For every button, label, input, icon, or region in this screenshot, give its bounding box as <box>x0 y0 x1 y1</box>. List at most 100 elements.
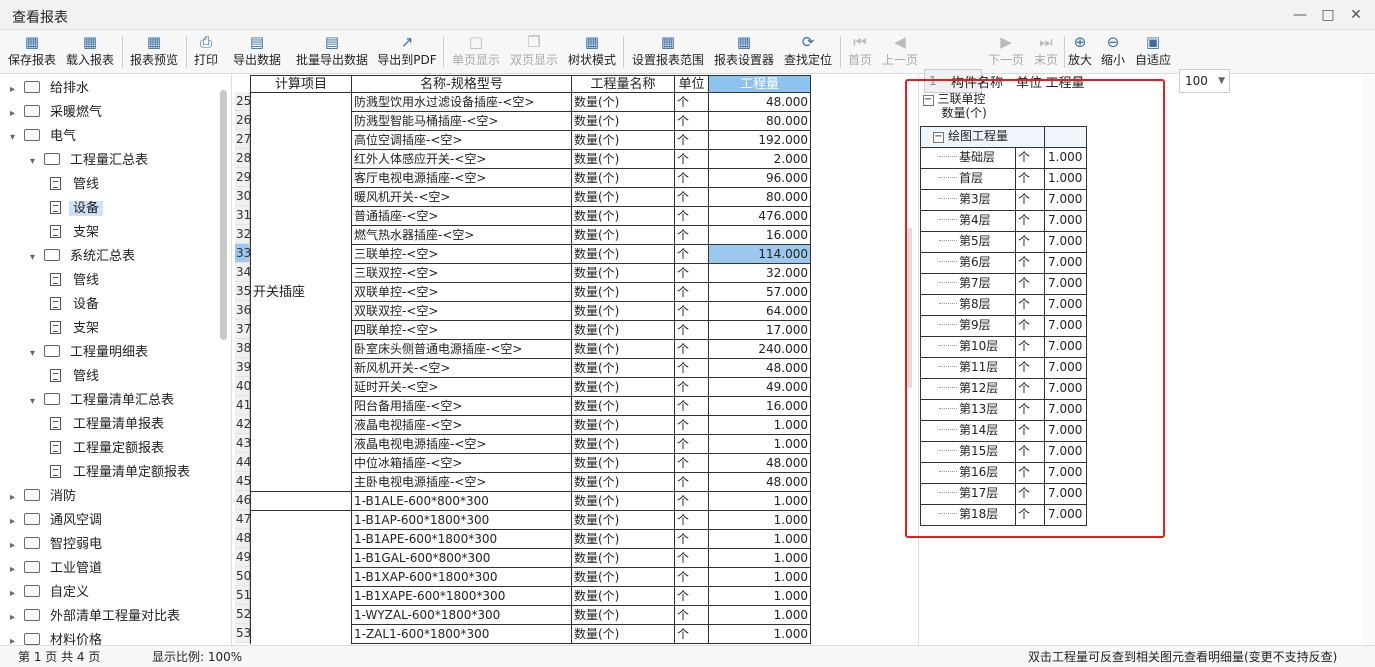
floor-row[interactable]: 第15层 个 7.000 <box>920 440 1088 463</box>
chevron-right-icon[interactable]: ▸ <box>10 559 24 581</box>
tree-node[interactable]: 支架 <box>50 318 103 340</box>
table-row[interactable]: 1-B1APE-600*1800*300 数量(个) 个 1.000 <box>250 529 811 549</box>
quantity-cell[interactable]: 96.000 <box>708 168 811 188</box>
floor-row[interactable]: 第17层 个 7.000 <box>920 482 1088 505</box>
floor-row[interactable]: 基础层 个 1.000 <box>920 146 1088 169</box>
quantity-cell[interactable]: 1.000 <box>708 510 811 530</box>
zoom-select[interactable]: 100 ▼ <box>1179 69 1230 93</box>
collapse-icon[interactable]: − <box>933 132 944 143</box>
row-number[interactable]: 31 <box>235 206 251 225</box>
row-number[interactable]: 35 <box>235 282 251 301</box>
row-number[interactable]: 48 <box>235 529 251 548</box>
quantity-cell[interactable]: 1.000 <box>708 624 811 644</box>
tree-node[interactable]: ▾ 工程量清单汇总表 <box>30 390 178 412</box>
report-designer-button[interactable]: ▦ 报表设置器 <box>712 32 776 72</box>
floor-qty-cell[interactable]: 7.000 <box>1043 461 1088 484</box>
floor-row[interactable]: 第3层 个 7.000 <box>920 188 1088 211</box>
row-number[interactable]: 27 <box>235 130 251 149</box>
batch-export-button[interactable]: ▤ 批量导出数据 <box>293 32 371 72</box>
floor-row[interactable]: 第4层 个 7.000 <box>920 209 1088 232</box>
floor-qty-cell[interactable]: 7.000 <box>1043 356 1088 379</box>
tree-node[interactable]: ▾ 工程量汇总表 <box>30 150 152 172</box>
tree-node[interactable]: 支架 <box>50 222 103 244</box>
tree-mode-button[interactable]: ▦ 树状模式 <box>566 32 618 72</box>
two-page-button[interactable]: ❐ 双页显示 <box>508 32 560 72</box>
floor-row[interactable]: 第12层 个 7.000 <box>920 377 1088 400</box>
zoom-out-button[interactable]: ⊖ 缩小 <box>1099 32 1127 72</box>
preview-report-button[interactable]: ▦ 报表预览 <box>127 32 181 72</box>
quantity-cell[interactable]: 1.000 <box>708 491 811 511</box>
tree-node[interactable]: ▾ 电气 <box>10 126 80 148</box>
tree-node[interactable]: ▸ 工业管道 <box>10 558 106 580</box>
row-number[interactable]: 53 <box>235 624 251 643</box>
quantity-cell[interactable]: 1.000 <box>708 434 811 454</box>
floor-qty-cell[interactable]: 7.000 <box>1043 272 1088 295</box>
floor-row[interactable]: 第18层 个 7.000 <box>920 503 1088 526</box>
row-number[interactable]: 50 <box>235 567 251 586</box>
quantity-cell[interactable]: 57.000 <box>708 282 811 302</box>
row-number[interactable]: 52 <box>235 605 251 624</box>
floor-row[interactable]: 首层 个 1.000 <box>920 167 1088 190</box>
chevron-right-icon[interactable]: ▸ <box>10 631 24 645</box>
floor-qty-cell[interactable]: 7.000 <box>1043 314 1088 337</box>
quantity-cell[interactable]: 17.000 <box>708 320 811 340</box>
row-number[interactable]: 38 <box>235 339 251 358</box>
row-number[interactable]: 25 <box>235 92 251 111</box>
quantity-cell[interactable]: 48.000 <box>708 472 811 492</box>
right-scrollbar[interactable] <box>1362 75 1375 645</box>
floor-row[interactable]: 第10层 个 7.000 <box>920 335 1088 358</box>
export-pdf-button[interactable]: ↗ 导出到PDF <box>376 32 438 72</box>
quantity-cell[interactable]: 1.000 <box>708 605 811 625</box>
row-number[interactable]: 32 <box>235 225 251 244</box>
collapse-icon[interactable]: − <box>922 95 934 106</box>
tree-node[interactable]: 工程量定额报表 <box>50 438 168 460</box>
quantity-cell[interactable]: 114.000 <box>708 244 811 264</box>
tree-node[interactable]: 设备 <box>50 198 104 220</box>
tree-node[interactable]: ▸ 外部清单工程量对比表 <box>10 606 184 628</box>
load-report-button[interactable]: ▦ 载入报表 <box>64 32 116 72</box>
chevron-down-icon[interactable]: ▾ <box>30 343 44 365</box>
fit-button[interactable]: ▣ 自适应 <box>1133 32 1173 72</box>
chevron-right-icon[interactable]: ▸ <box>10 607 24 629</box>
quantity-cell[interactable]: 32.000 <box>708 263 811 283</box>
floor-qty-cell[interactable]: 7.000 <box>1043 251 1088 274</box>
row-number[interactable]: 44 <box>235 453 251 472</box>
tree-node[interactable]: ▸ 材料价格 <box>10 630 106 645</box>
floor-row[interactable]: 第16层 个 7.000 <box>920 461 1088 484</box>
last-page-button[interactable]: ⏭ 末页 <box>1031 32 1061 72</box>
floor-row[interactable]: 第13层 个 7.000 <box>920 398 1088 421</box>
row-number[interactable]: 33 <box>235 244 251 263</box>
row-number[interactable]: 42 <box>235 415 251 434</box>
splitter-handle[interactable] <box>907 228 912 388</box>
tree-node[interactable]: ▸ 给排水 <box>10 78 93 100</box>
tree-node[interactable]: ▸ 通风空调 <box>10 510 106 532</box>
row-number[interactable]: 28 <box>235 149 251 168</box>
chevron-right-icon[interactable]: ▸ <box>10 535 24 557</box>
tree-node[interactable]: 管线 <box>50 270 103 292</box>
zoom-in-button[interactable]: ⊕ 放大 <box>1066 32 1094 72</box>
chevron-right-icon[interactable]: ▸ <box>10 79 24 101</box>
chevron-right-icon[interactable]: ▸ <box>10 511 24 533</box>
table-row[interactable]: 1-B1ALE-600*800*300 数量(个) 个 1.000 <box>250 491 811 511</box>
row-number[interactable]: 46 <box>235 491 251 510</box>
floor-row[interactable]: 第9层 个 7.000 <box>920 314 1088 337</box>
floor-row[interactable]: 第11层 个 7.000 <box>920 356 1088 379</box>
floor-qty-cell[interactable]: 1.000 <box>1043 167 1088 190</box>
quantity-cell[interactable]: 16.000 <box>708 225 811 245</box>
floor-qty-cell[interactable]: 7.000 <box>1043 188 1088 211</box>
tree-node[interactable]: 管线 <box>50 174 103 196</box>
table-row[interactable]: 1-B1XAPE-600*1800*300 数量(个) 个 1.000 <box>250 586 811 606</box>
chevron-down-icon[interactable]: ▾ <box>30 151 44 173</box>
quantity-cell[interactable]: 48.000 <box>708 453 811 473</box>
maximize-icon[interactable]: □ <box>1318 5 1338 25</box>
quantity-cell[interactable]: 1.000 <box>708 529 811 549</box>
quantity-cell[interactable]: 16.000 <box>708 396 811 416</box>
floor-qty-cell[interactable]: 7.000 <box>1043 230 1088 253</box>
tree-node[interactable]: ▾ 工程量明细表 <box>30 342 152 364</box>
table-row[interactable]: 1-B1XAP-600*1800*300 数量(个) 个 1.000 <box>250 567 811 587</box>
row-number[interactable]: 34 <box>235 263 251 282</box>
quantity-cell[interactable]: 476.000 <box>708 206 811 226</box>
chevron-down-icon[interactable]: ▾ <box>30 247 44 269</box>
print-button[interactable]: ⎙ 打印 <box>191 32 221 72</box>
floor-qty-cell[interactable]: 7.000 <box>1043 419 1088 442</box>
